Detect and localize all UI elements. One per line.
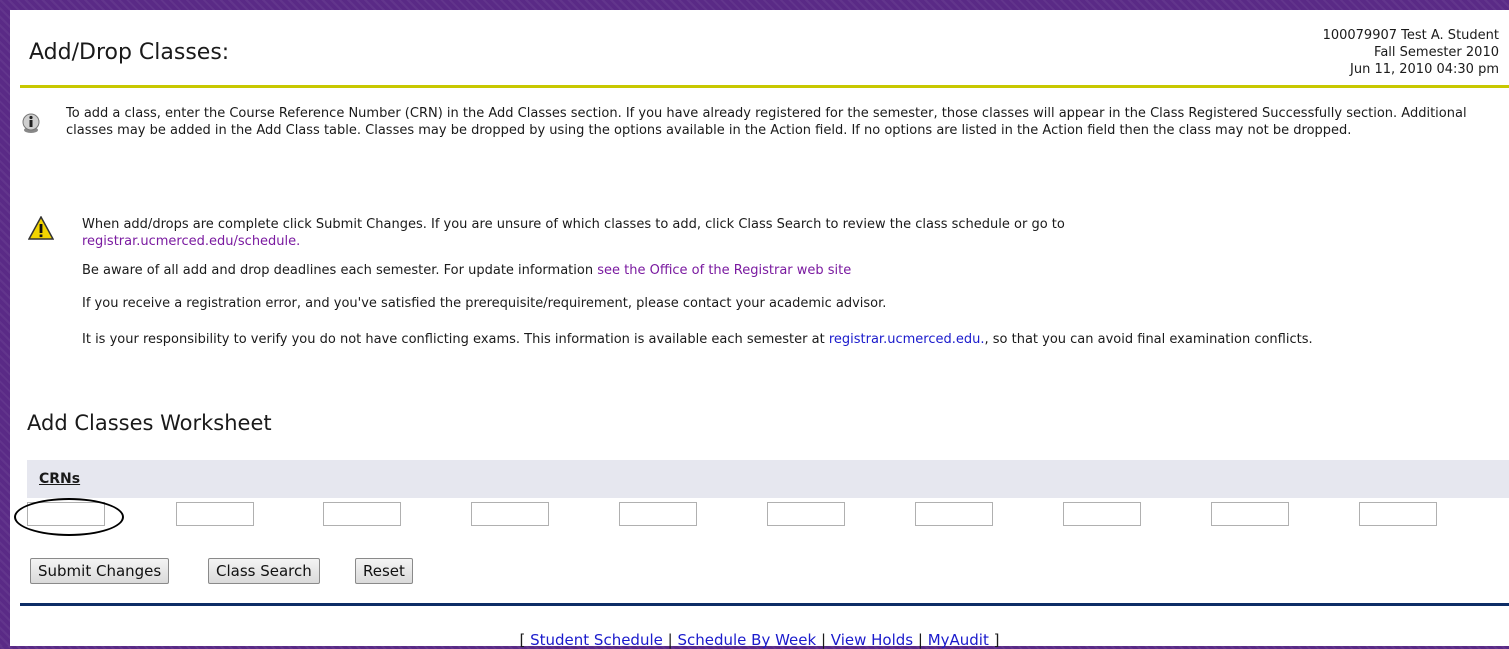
term: Fall Semester 2010 [1374,45,1499,60]
error-note: If you receive a registration error, and… [82,296,887,311]
crn-input-1[interactable] [27,502,105,526]
exams-note: It is your responsibility to verify you … [82,331,1502,348]
footer-separator: | [662,631,678,649]
crn-input-9[interactable] [1211,502,1289,526]
deadlines-note: Be aware of all add and drop deadlines e… [82,262,1502,279]
crn-input-7[interactable] [915,502,993,526]
registrar-site-link[interactable]: see the Office of the Registrar web site [597,263,851,278]
schedule-by-week-link[interactable]: Schedule By Week [677,631,816,649]
crn-input-10[interactable] [1359,502,1437,526]
footer-separator: | [816,631,831,649]
header-divider [20,85,1509,88]
crn-input-3[interactable] [323,502,401,526]
info-icon [22,113,40,133]
worksheet-heading: Add Classes Worksheet [27,411,272,435]
crn-input-5[interactable] [619,502,697,526]
info-note: To add a class, enter the Course Referen… [66,106,1467,138]
datetime: Jun 11, 2010 04:30 pm [1350,62,1499,77]
crn-input-2[interactable] [176,502,254,526]
student-id-name: 100079907 Test A. Student [1322,28,1499,43]
warning-text: When add/drops are complete click Submit… [82,217,1065,232]
warning-icon [28,216,54,240]
footer-bracket-close: ] [988,631,1000,649]
student-info: 100079907 Test A. Student Fall Semester … [1323,27,1499,78]
crn-input-6[interactable] [767,502,845,526]
page: Add/Drop Classes: 100079907 Test A. Stud… [10,10,1509,649]
myaudit-link[interactable]: MyAudit [928,631,989,649]
footer-divider [20,603,1509,606]
page-title: Add/Drop Classes: [29,40,230,65]
exams-text-end: , so that you can avoid final examinatio… [984,332,1313,347]
footer-bracket-open: [ [519,631,531,649]
warning-note: When add/drops are complete click Submit… [82,216,1502,250]
crn-input-4[interactable] [471,502,549,526]
deadlines-text: Be aware of all add and drop deadlines e… [82,263,598,278]
class-search-button[interactable]: Class Search [208,558,320,584]
footer-nav: [ Student Schedule | Schedule By Week | … [10,631,1509,649]
schedule-link[interactable]: registrar.ucmerced.edu/schedule. [82,234,300,249]
crn-header-bar: CRNs [27,460,1509,498]
view-holds-link[interactable]: View Holds [831,631,913,649]
registrar-link[interactable]: registrar.ucmerced.edu. [829,332,985,347]
submit-changes-button[interactable]: Submit Changes [30,558,170,584]
student-schedule-link[interactable]: Student Schedule [530,631,663,649]
reset-button[interactable]: Reset [355,558,413,584]
crn-input-8[interactable] [1063,502,1141,526]
crn-label: CRNs [39,471,81,487]
exams-text: It is your responsibility to verify you … [82,332,829,347]
footer-separator: | [913,631,928,649]
